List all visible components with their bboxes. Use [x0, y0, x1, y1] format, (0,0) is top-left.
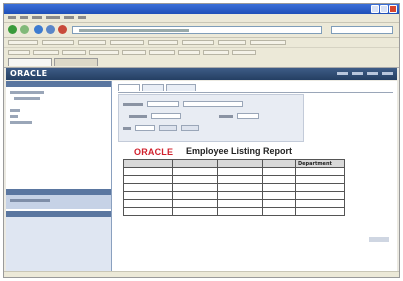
content-tab[interactable] — [142, 84, 164, 91]
toolbar-item[interactable] — [250, 40, 286, 45]
close-button[interactable] — [389, 5, 397, 13]
header-link[interactable] — [352, 72, 363, 75]
app-header: ORACLE — [6, 68, 397, 80]
maximize-button[interactable] — [380, 5, 388, 13]
content-tabs — [118, 84, 393, 93]
bookmark-item[interactable] — [89, 50, 119, 55]
column-header: Department — [295, 159, 345, 168]
report-parameters-panel — [118, 94, 304, 142]
menu-edit[interactable] — [20, 16, 28, 19]
header-link[interactable] — [337, 72, 348, 75]
bookmark-item[interactable] — [8, 50, 30, 55]
parameter-field[interactable] — [183, 101, 243, 107]
bookmark-item[interactable] — [149, 50, 175, 55]
back-icon[interactable] — [8, 25, 17, 34]
sidebar-item[interactable] — [10, 199, 50, 202]
toolbar-item[interactable] — [8, 40, 38, 45]
app-brand-name: ORACLE — [10, 69, 48, 78]
app-logo: ORACLE — [10, 69, 50, 78]
content-tab[interactable] — [118, 84, 140, 91]
header-link[interactable] — [367, 72, 378, 75]
column-header — [262, 159, 296, 168]
toolbar-item[interactable] — [42, 40, 74, 45]
content-tab[interactable] — [166, 84, 196, 91]
sidebar-item[interactable] — [10, 91, 44, 94]
refresh-icon[interactable] — [34, 25, 43, 34]
minimize-button[interactable] — [371, 5, 379, 13]
parameter-field[interactable] — [151, 113, 181, 119]
parameter-label — [123, 103, 143, 106]
browser-tab[interactable] — [8, 58, 52, 66]
menu-view[interactable] — [32, 16, 42, 19]
status-bar — [4, 271, 399, 277]
menu-favorites[interactable] — [46, 16, 60, 19]
parameter-field[interactable] — [147, 101, 179, 107]
title-bar — [4, 4, 399, 14]
report-title: Employee Listing Report — [186, 146, 293, 156]
export-button[interactable] — [181, 125, 199, 131]
table-row — [123, 199, 345, 208]
table-row — [123, 191, 345, 200]
parameter-field[interactable] — [237, 113, 259, 119]
menu-file[interactable] — [8, 16, 16, 19]
sidebar-section — [6, 195, 111, 209]
bookmark-item[interactable] — [122, 50, 146, 55]
report-viewer: ORACLE Employee Listing Report Departmen… — [112, 81, 397, 273]
bookmark-item[interactable] — [62, 50, 86, 55]
header-link[interactable] — [382, 72, 393, 75]
sidebar-header — [6, 81, 111, 87]
parameter-label — [129, 115, 147, 118]
browser-tab-bar — [4, 57, 399, 68]
browser-window: ORACLE ORACLE Employee Listing Report De… — [3, 3, 400, 278]
browser-tab[interactable] — [54, 58, 98, 66]
column-header — [172, 159, 218, 168]
parameter-label — [219, 115, 233, 118]
menu-tools[interactable] — [64, 16, 74, 19]
sidebar — [6, 81, 112, 273]
bookmark-item[interactable] — [33, 50, 59, 55]
sidebar-item[interactable] — [10, 109, 20, 112]
navigation-bar — [4, 23, 399, 38]
column-header — [217, 159, 263, 168]
bookmark-item[interactable] — [232, 50, 256, 55]
search-input[interactable] — [331, 26, 393, 34]
toolbar-item[interactable] — [110, 40, 144, 45]
links-toolbar — [4, 38, 399, 48]
toolbar-item[interactable] — [218, 40, 246, 45]
table-row — [123, 167, 345, 176]
total-salary-row — [237, 214, 330, 221]
sidebar-item[interactable] — [10, 115, 18, 118]
parameter-label — [123, 127, 131, 130]
home-icon[interactable] — [46, 25, 55, 34]
sidebar-item[interactable] — [14, 97, 40, 100]
apply-button[interactable] — [159, 125, 177, 131]
table-row — [123, 183, 345, 192]
toolbar-item[interactable] — [78, 40, 106, 45]
menu-help[interactable] — [78, 16, 86, 19]
report-logo: ORACLE — [134, 147, 174, 157]
column-header — [123, 159, 173, 168]
table-header-row: Department — [123, 159, 345, 168]
page-navigation[interactable] — [369, 237, 389, 242]
sidebar-item[interactable] — [10, 121, 32, 124]
table-row — [123, 175, 345, 184]
address-url — [79, 29, 189, 32]
employee-table: Department — [123, 159, 345, 216]
menu-bar — [4, 14, 399, 23]
toolbar-item[interactable] — [182, 40, 214, 45]
toolbar-item[interactable] — [148, 40, 178, 45]
format-select[interactable] — [135, 125, 155, 131]
sidebar-section — [6, 217, 111, 273]
bookmark-item[interactable] — [178, 50, 200, 55]
stop-icon[interactable] — [58, 25, 67, 34]
bookmark-item[interactable] — [203, 50, 229, 55]
forward-icon[interactable] — [20, 25, 29, 34]
address-bar[interactable] — [72, 26, 322, 34]
